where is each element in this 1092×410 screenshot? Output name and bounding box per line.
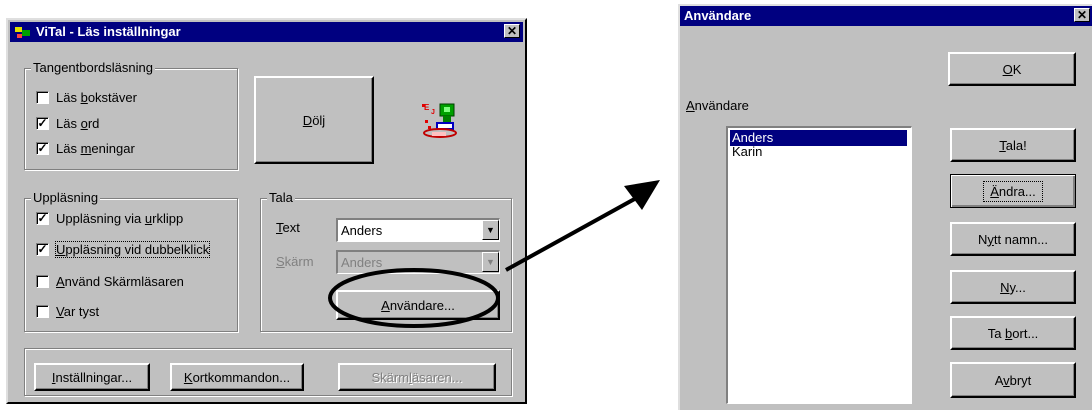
users-dialog-titlebar[interactable]: Användare ✕	[680, 6, 1092, 26]
list-item[interactable]: Karin	[730, 144, 764, 160]
arrow-annotation	[505, 194, 641, 272]
arrow-head-icon	[624, 180, 660, 210]
callout-ellipse	[328, 268, 500, 328]
new-button[interactable]: Ny...	[950, 270, 1076, 304]
cancel-button[interactable]: Avbryt	[950, 362, 1076, 398]
speak-button[interactable]: Tala!	[950, 128, 1076, 162]
users-dialog: Användare ✕ OK Användare Anders Karin Ta…	[678, 4, 1092, 410]
users-list-label: Användare	[686, 98, 749, 113]
close-icon[interactable]: ✕	[1074, 8, 1090, 22]
remove-button[interactable]: Ta bort...	[950, 316, 1076, 350]
users-listbox[interactable]: Anders Karin	[726, 126, 912, 404]
users-dialog-title: Användare	[684, 8, 752, 23]
ok-button[interactable]: OK	[948, 52, 1076, 86]
new-name-button[interactable]: Nytt namn...	[950, 222, 1076, 256]
change-button[interactable]: Ändra...	[950, 174, 1076, 208]
